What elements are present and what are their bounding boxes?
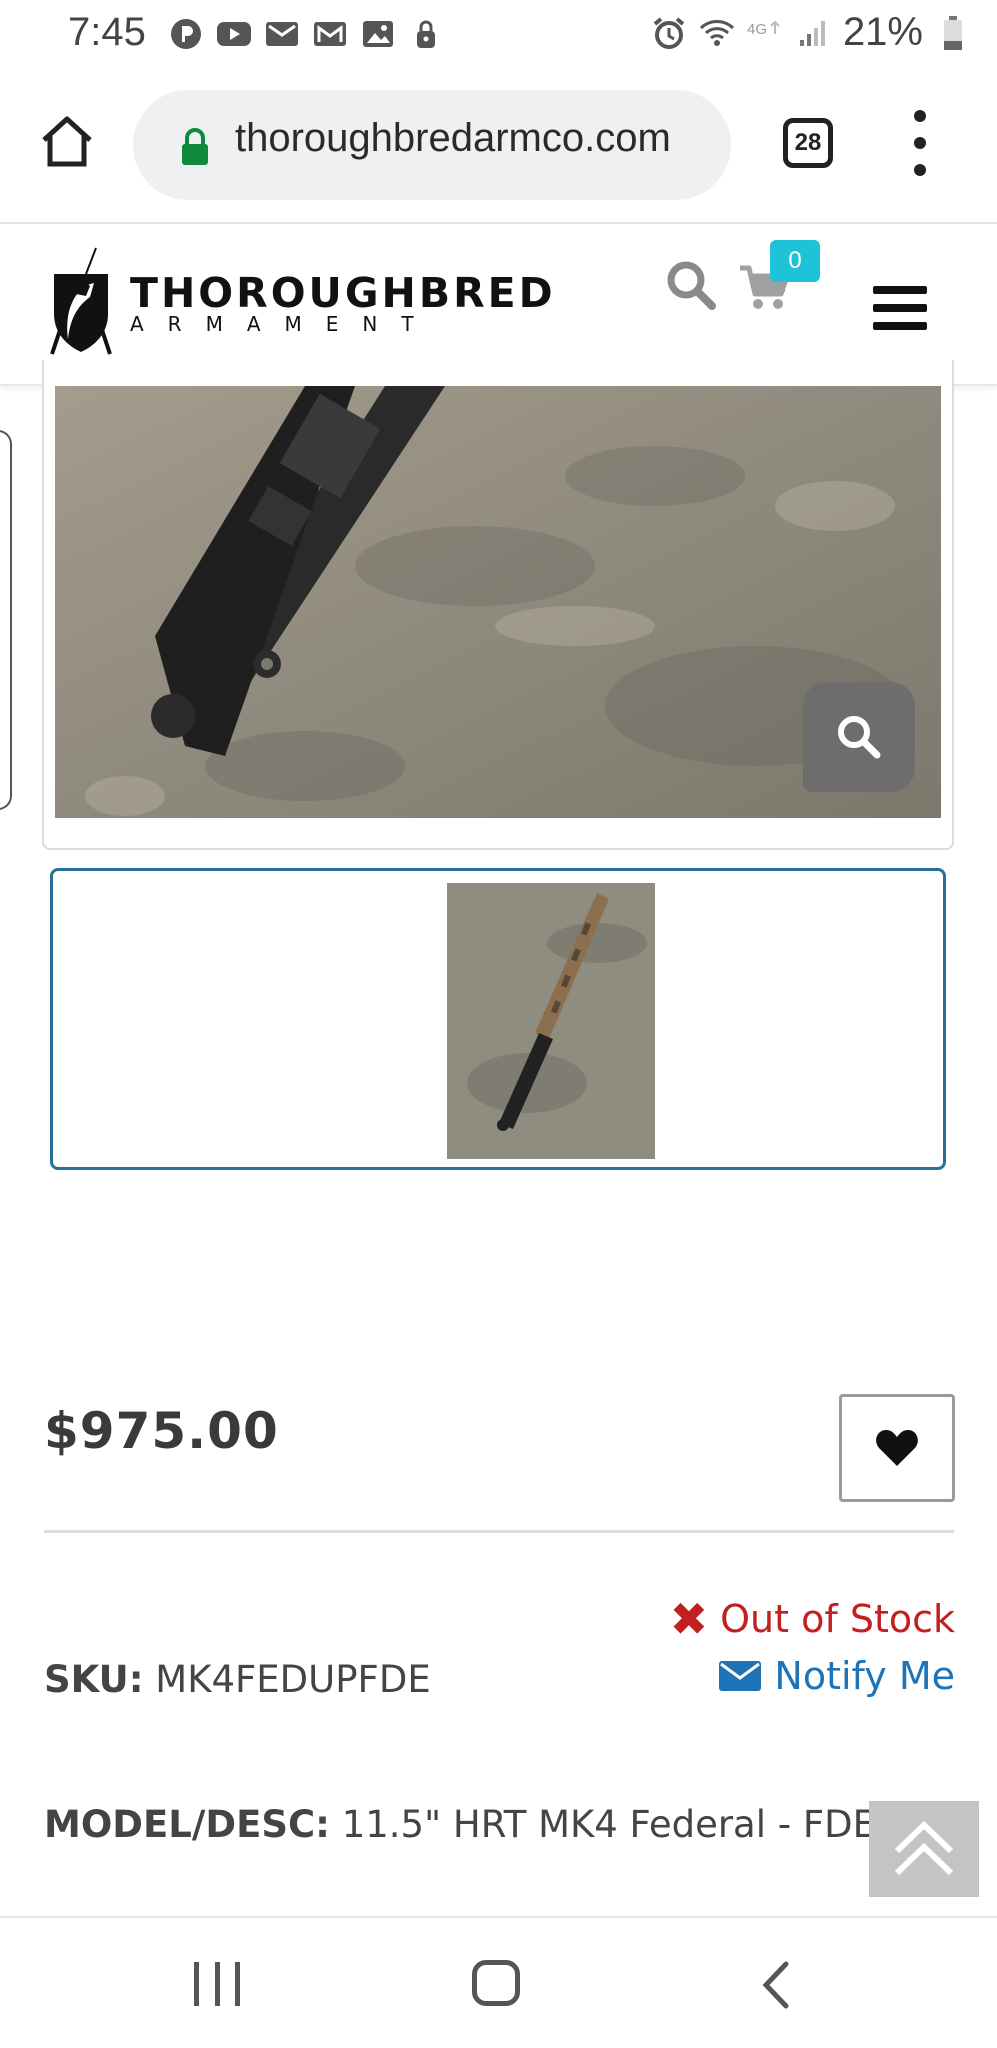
status-bar: 7:45 4G 21% [0,0,997,72]
notify-me-text: Notify Me [774,1654,955,1698]
signal-icon [795,17,831,49]
home-icon[interactable] [36,110,98,172]
stock-status-text: Out of Stock [720,1597,955,1641]
zoom-button[interactable] [803,682,915,792]
heart-icon [876,1430,918,1466]
address-bar[interactable]: thoroughbredarmco.com [133,90,731,200]
browser-toolbar: thoroughbredarmco.com 28 [0,72,997,224]
pandora-icon [168,18,204,50]
youtube-icon [216,18,252,50]
gmail-icon [312,18,348,50]
notify-me-link[interactable]: Notify Me [718,1654,955,1698]
alarm-icon [651,16,687,49]
price-divider [44,1530,954,1533]
lock-notification-icon [408,18,444,50]
home-button-icon[interactable] [472,1960,520,2006]
product-price: $975.00 [44,1402,279,1460]
lock-icon [179,126,211,166]
recents-icon[interactable] [194,1962,240,2006]
search-icon[interactable] [664,258,718,312]
side-panel-tab[interactable] [0,430,12,810]
zoom-search-icon [838,716,881,759]
system-navigation-bar [0,1916,997,2048]
horse-shield-logo-icon [50,247,112,355]
battery-icon [935,15,971,50]
hamburger-menu-icon[interactable] [873,286,927,330]
site-logo[interactable]: THOROUGHBRED ARMAMENT [46,238,556,370]
envelope-icon [719,1661,762,1691]
sku-label: SKU: [44,1658,144,1701]
model-row: MODEL/DESC: 11.5" HRT MK4 Federal - FDE [44,1803,876,1846]
battery-percent: 21% [842,10,923,54]
system-icons: 4G 21% [651,10,971,55]
back-icon[interactable] [756,1958,796,2012]
status-time: 7:45 [68,10,146,54]
url-text: thoroughbredarmco.com [235,116,671,160]
mail-icon [264,18,300,50]
double-chevron-up-icon [894,1820,954,1876]
logo-title: THOROUGHBRED [130,269,556,317]
gallery-icon [360,18,396,50]
sku-row: SKU: MK4FEDUPFDE [44,1658,431,1701]
lte-icon: 4G [747,17,783,49]
wifi-icon [699,17,735,49]
browser-menu-icon[interactable] [908,110,932,176]
x-icon: ✖ [669,1592,709,1646]
model-label: MODEL/DESC: [44,1803,330,1846]
back-to-top-button[interactable] [869,1801,979,1897]
svg-text:4G: 4G [747,21,767,38]
wishlist-button[interactable] [839,1394,955,1502]
sku-value: MK4FEDUPFDE [155,1658,431,1701]
cart-count-badge: 0 [770,240,820,282]
thumbnail-strip [50,868,946,1170]
model-value: 11.5" HRT MK4 Federal - FDE [341,1803,877,1846]
notification-icons [168,18,444,50]
tab-switcher-button[interactable]: 28 [783,118,833,168]
product-thumbnail[interactable] [447,883,655,1159]
stock-status: ✖ Out of Stock [670,1596,955,1642]
